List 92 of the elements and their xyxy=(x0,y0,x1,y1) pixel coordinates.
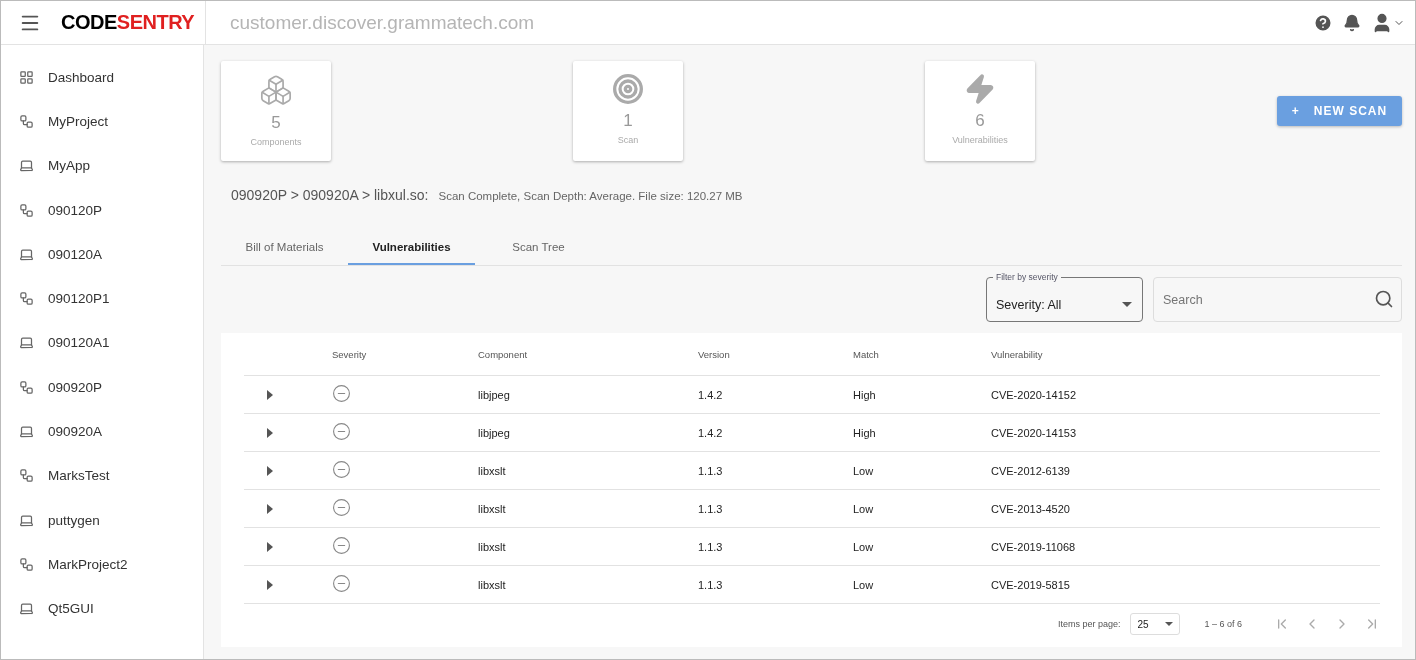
expand-caret-icon[interactable] xyxy=(266,465,274,476)
table-cell-text: libxslt xyxy=(478,578,507,591)
column-header: Vulnerability xyxy=(991,348,1044,360)
breadcrumb: 090920P > 090920A > libxul.so: xyxy=(231,187,429,203)
table-cell-text: libxslt xyxy=(478,502,507,515)
table-cell-text: libxslt xyxy=(478,540,507,553)
severity-icon xyxy=(332,498,351,517)
laptop-icon xyxy=(19,424,34,439)
project-tree-icon xyxy=(19,379,34,395)
target-icon xyxy=(612,73,644,105)
table-cell-text: High xyxy=(853,388,877,401)
host-name: customer.discover.grammatech.com xyxy=(229,11,536,34)
sidebar-item[interactable]: 090120A1 xyxy=(1,320,203,366)
table-cell-text: 1.1.3 xyxy=(698,502,724,515)
laptop-icon xyxy=(19,512,34,528)
project-tree-icon xyxy=(19,468,34,484)
table-cell-text: CVE-2013-4520 xyxy=(991,502,1071,515)
expand-caret-icon[interactable] xyxy=(266,389,274,400)
stat-label: Vulnerabilities xyxy=(952,135,1008,145)
bricks-icon xyxy=(259,73,293,107)
table-cell-text: Low xyxy=(853,502,875,515)
laptop-icon xyxy=(19,158,34,174)
severity-icon xyxy=(332,384,351,403)
table-cell-text: 1.1.3 xyxy=(698,578,724,591)
expand-caret-icon[interactable] xyxy=(266,541,274,552)
project-tree-icon xyxy=(19,202,34,218)
expand-caret-icon[interactable] xyxy=(266,579,274,590)
sidebar-item[interactable]: MarksTest xyxy=(1,453,203,498)
severity-icon xyxy=(332,574,351,593)
page-size-select[interactable]: 25 xyxy=(1130,613,1181,635)
laptop-icon xyxy=(19,601,34,617)
search-icon[interactable] xyxy=(1374,289,1394,309)
dropdown-caret-icon xyxy=(1165,622,1174,626)
column-header: Severity xyxy=(332,348,368,360)
search-field[interactable]: Search xyxy=(1153,277,1402,322)
expand-caret-icon[interactable] xyxy=(266,503,274,514)
table-cell-text: CVE-2012-6139 xyxy=(991,464,1071,477)
stat-value: 1 xyxy=(623,111,633,131)
sidebar-item[interactable]: MyProject xyxy=(1,99,203,144)
project-tree-icon xyxy=(19,556,34,572)
laptop-icon xyxy=(19,335,34,351)
sidebar-item[interactable]: 090120P1 xyxy=(1,276,203,321)
sidebar-item[interactable]: 090920P xyxy=(1,365,203,410)
sidebar-item[interactable]: Dashboard xyxy=(1,55,203,100)
logo: CODESENTRY xyxy=(61,11,195,34)
sidebar-item[interactable]: MyApp xyxy=(1,143,203,188)
table-cell-text: 1.1.3 xyxy=(698,540,724,553)
stat-label: Components xyxy=(250,137,302,147)
table-cell-text: CVE-2019-11068 xyxy=(991,540,1077,553)
items-per-page-label: Items per page: xyxy=(1057,619,1121,629)
dropdown-caret-icon xyxy=(1122,302,1132,307)
stat-label: Scan xyxy=(617,135,639,145)
column-header: Version xyxy=(698,348,731,360)
table-cell-text: Low xyxy=(853,464,875,477)
help-icon[interactable] xyxy=(1313,12,1333,33)
lightning-icon xyxy=(964,73,996,105)
table-cell-text: CVE-2019-5815 xyxy=(991,578,1071,591)
tab[interactable]: Vulnerabilities xyxy=(348,231,475,265)
sidebar-item[interactable]: Qt5GUI xyxy=(1,586,203,631)
table-cell-text: 1.4.2 xyxy=(698,426,724,439)
severity-icon xyxy=(332,422,351,441)
sidebar-item[interactable]: 090120P xyxy=(1,187,203,233)
scan-status: Scan Complete, Scan Depth: Average. File size: 120.27 MB xyxy=(438,190,743,202)
table-cell-text: libjpeg xyxy=(478,426,511,439)
table-cell-text: libjpeg xyxy=(478,388,511,401)
table-cell-text: 1.4.2 xyxy=(698,388,724,401)
severity-icon xyxy=(332,460,351,479)
sidebar-item[interactable]: puttygen xyxy=(1,497,203,543)
sidebar-item[interactable]: 090120A xyxy=(1,232,203,277)
table-cell-text: Low xyxy=(853,540,875,553)
table-cell-text: CVE-2020-14152 xyxy=(991,388,1077,401)
table-cell-text: Low xyxy=(853,578,875,591)
column-header: Component xyxy=(478,348,529,360)
project-tree-icon xyxy=(19,113,34,129)
page-range: 1 – 6 of 6 xyxy=(1204,619,1242,629)
severity-icon xyxy=(332,536,351,555)
bell-icon[interactable] xyxy=(1343,13,1361,32)
tab[interactable]: Bill of Materials xyxy=(221,231,348,265)
tab[interactable]: Scan Tree xyxy=(475,231,602,265)
project-tree-icon xyxy=(19,291,34,307)
column-header: Match xyxy=(853,348,880,360)
sidebar-item[interactable]: 090920A xyxy=(1,409,203,454)
stat-value: 6 xyxy=(975,111,985,131)
laptop-icon xyxy=(19,246,34,262)
table-cell-text: libxslt xyxy=(478,464,507,477)
table-cell-text: 1.1.3 xyxy=(698,464,724,477)
table-cell-text: High xyxy=(853,426,877,439)
expand-caret-icon[interactable] xyxy=(266,427,274,438)
table-cell-text: CVE-2020-14153 xyxy=(991,426,1077,439)
sidebar-item[interactable]: MarkProject2 xyxy=(1,542,203,587)
dashboard-icon xyxy=(19,69,34,85)
stat-value: 5 xyxy=(271,113,281,133)
